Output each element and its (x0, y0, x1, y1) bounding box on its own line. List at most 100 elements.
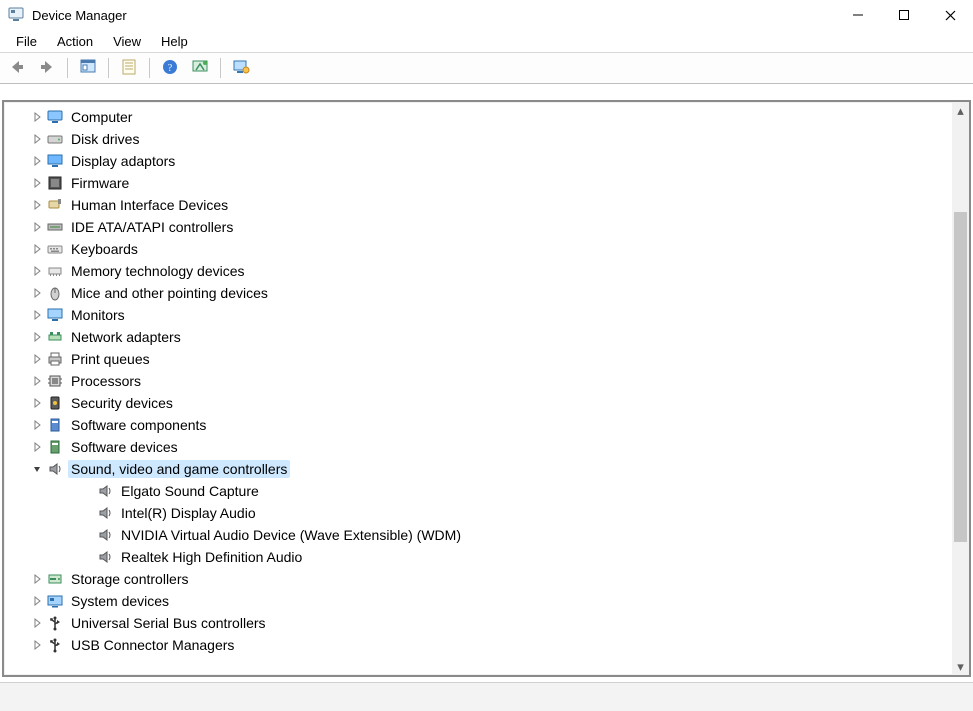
ide-icon (46, 218, 64, 236)
tree-item-label: Print queues (68, 350, 153, 368)
tree-item[interactable]: Display adaptors (4, 150, 952, 172)
chevron-right-icon[interactable] (30, 132, 44, 146)
tree-item[interactable]: Security devices (4, 392, 952, 414)
minimize-button[interactable] (835, 0, 881, 30)
forward-button[interactable] (34, 55, 60, 81)
tree-item[interactable]: IDE ATA/ATAPI controllers (4, 216, 952, 238)
chevron-right-icon[interactable] (30, 110, 44, 124)
close-button[interactable] (927, 0, 973, 30)
chevron-right-icon[interactable] (30, 198, 44, 212)
chevron-right-icon[interactable] (30, 154, 44, 168)
console-tree-icon (79, 58, 97, 79)
maximize-button[interactable] (881, 0, 927, 30)
printer-icon (46, 350, 64, 368)
monitor-icon (46, 306, 64, 324)
scroll-up-arrow-icon[interactable]: ▴ (952, 102, 969, 119)
speaker-icon (96, 504, 114, 522)
chevron-right-icon[interactable] (30, 396, 44, 410)
menu-action[interactable]: Action (47, 30, 103, 52)
tree-item[interactable]: Storage controllers (4, 568, 952, 590)
tree-item[interactable]: Universal Serial Bus controllers (4, 612, 952, 634)
security-icon (46, 394, 64, 412)
chevron-right-icon[interactable] (30, 264, 44, 278)
display-icon (46, 152, 64, 170)
chevron-right-icon[interactable] (30, 594, 44, 608)
chevron-right-icon[interactable] (30, 308, 44, 322)
show-hide-tree-button[interactable] (75, 55, 101, 81)
tree-item[interactable]: Software components (4, 414, 952, 436)
tree-item[interactable]: Sound, video and game controllers (4, 458, 952, 480)
toolbar: ? (0, 53, 973, 84)
toolbar-separator (108, 58, 109, 78)
tree-item-label: Intel(R) Display Audio (118, 504, 259, 522)
properties-icon (120, 58, 138, 79)
svg-text:?: ? (168, 63, 173, 74)
tree-item[interactable]: Memory technology devices (4, 260, 952, 282)
tree-item[interactable]: Software devices (4, 436, 952, 458)
menu-file[interactable]: File (6, 30, 47, 52)
tree-item-label: Keyboards (68, 240, 141, 258)
tree-item[interactable]: Disk drives (4, 128, 952, 150)
chevron-right-icon[interactable] (30, 638, 44, 652)
chevron-right-icon[interactable] (30, 330, 44, 344)
menu-view[interactable]: View (103, 30, 151, 52)
tree-item-label: Computer (68, 108, 135, 126)
tree-item[interactable]: Network adapters (4, 326, 952, 348)
speaker-icon (96, 548, 114, 566)
toolbar-separator (67, 58, 68, 78)
chevron-right-icon[interactable] (30, 220, 44, 234)
properties-button[interactable] (116, 55, 142, 81)
menu-help[interactable]: Help (151, 30, 198, 52)
app-icon (8, 7, 24, 23)
tree-item[interactable]: Realtek High Definition Audio (4, 546, 952, 568)
swcomp-icon (46, 416, 64, 434)
device-tree[interactable]: Computer Disk drives Display adaptors Firmw… (4, 102, 952, 675)
tree-item-label: Monitors (68, 306, 128, 324)
speaker-icon (96, 526, 114, 544)
chevron-down-icon[interactable] (30, 462, 44, 476)
monitor-button[interactable] (228, 55, 254, 81)
tree-item[interactable]: Print queues (4, 348, 952, 370)
scroll-thumb[interactable] (954, 212, 967, 542)
chevron-right-icon[interactable] (30, 242, 44, 256)
speaker-icon (96, 482, 114, 500)
usb-icon (46, 636, 64, 654)
memory-icon (46, 262, 64, 280)
back-button[interactable] (4, 55, 30, 81)
tree-item-label: Firmware (68, 174, 132, 192)
chevron-right-icon[interactable] (30, 418, 44, 432)
usb-icon (46, 614, 64, 632)
tree-item[interactable]: Elgato Sound Capture (4, 480, 952, 502)
tree-item[interactable]: Firmware (4, 172, 952, 194)
swdev-icon (46, 438, 64, 456)
tree-item-label: Sound, video and game controllers (68, 460, 290, 478)
tree-item-label: Display adaptors (68, 152, 178, 170)
tree-item-label: Storage controllers (68, 570, 192, 588)
chevron-right-icon[interactable] (30, 352, 44, 366)
chevron-right-icon[interactable] (30, 572, 44, 586)
chevron-right-icon[interactable] (30, 616, 44, 630)
chevron-right-icon[interactable] (30, 374, 44, 388)
tree-item[interactable]: Processors (4, 370, 952, 392)
disk-icon (46, 130, 64, 148)
chevron-right-icon[interactable] (30, 286, 44, 300)
chevron-right-icon[interactable] (30, 440, 44, 454)
tree-item-label: Realtek High Definition Audio (118, 548, 305, 566)
monitor-icon (232, 58, 250, 79)
tree-item[interactable]: NVIDIA Virtual Audio Device (Wave Extens… (4, 524, 952, 546)
scroll-down-arrow-icon[interactable]: ▾ (952, 658, 969, 675)
tree-item[interactable]: Intel(R) Display Audio (4, 502, 952, 524)
system-icon (46, 592, 64, 610)
tree-item-label: Processors (68, 372, 144, 390)
tree-item[interactable]: Mice and other pointing devices (4, 282, 952, 304)
tree-item[interactable]: Keyboards (4, 238, 952, 260)
help-button[interactable]: ? (157, 55, 183, 81)
tree-item[interactable]: System devices (4, 590, 952, 612)
tree-item[interactable]: USB Connector Managers (4, 634, 952, 656)
vertical-scrollbar[interactable]: ▴ ▾ (952, 102, 969, 675)
chevron-right-icon[interactable] (30, 176, 44, 190)
scan-hardware-button[interactable] (187, 55, 213, 81)
tree-item[interactable]: Computer (4, 106, 952, 128)
tree-item[interactable]: Monitors (4, 304, 952, 326)
tree-item[interactable]: Human Interface Devices (4, 194, 952, 216)
